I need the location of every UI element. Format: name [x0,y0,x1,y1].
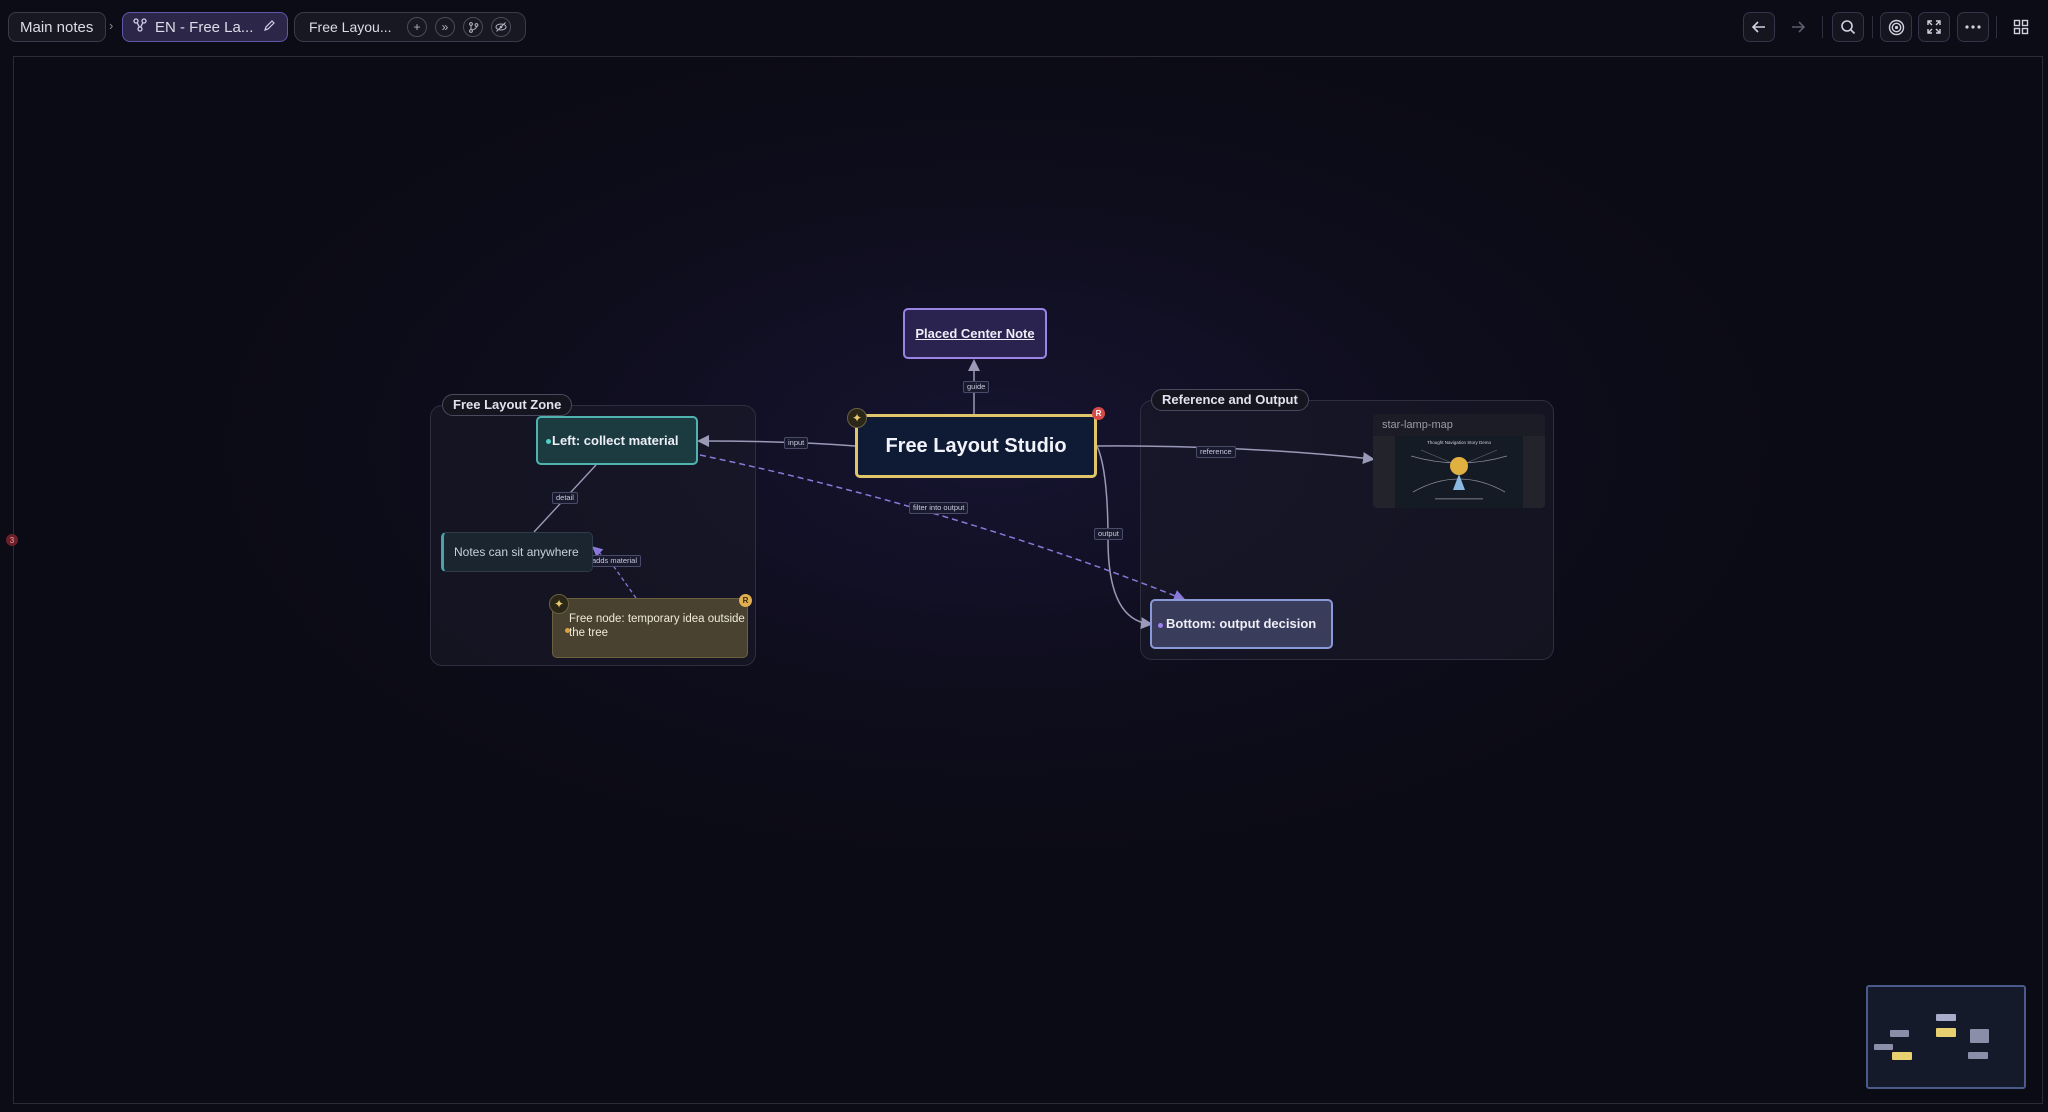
node-left-collect-material[interactable]: Left: collect material [536,416,698,465]
edge-label-input[interactable]: input [784,437,809,449]
minimap[interactable] [1866,985,2026,1089]
root-badge[interactable]: R [1092,407,1105,420]
thumb-title: Thought Navigation Story Demo [1427,440,1492,445]
connection-lines [533,359,1375,630]
node-left-label: Left: collect material [552,433,679,448]
status-dot [565,628,570,633]
image-card-thumbnail: Thought Navigation Story Demo [1373,436,1545,508]
star-lamp-illustration: Thought Navigation Story Demo [1373,436,1545,508]
status-dot [546,439,551,444]
edge-input [697,435,856,448]
minimap-node [1970,1029,1989,1043]
minimap-node [1874,1044,1893,1050]
node-notes-anywhere[interactable]: Notes can sit anywhere [441,532,593,572]
node-bottom-label: Bottom: output decision [1166,616,1317,631]
node-notes-label: Notes can sit anywhere [454,545,579,559]
free-node-badge[interactable]: R [739,594,752,607]
minimap-node [1892,1052,1912,1060]
image-card-star-lamp-map[interactable]: star-lamp-map Thought Navigation Story D… [1373,414,1545,508]
node-root-label: Free Layout Studio [885,434,1067,457]
node-free-label: Free node: temporary idea outside the tr… [569,613,745,639]
node-bottom-output-decision[interactable]: Bottom: output decision [1150,599,1333,649]
minimap-node [1968,1052,1988,1059]
sparkle-icon[interactable]: ✦ [549,594,569,614]
minimap-node [1936,1028,1956,1037]
node-placed-center-note[interactable]: Placed Center Note [903,308,1047,359]
sparkle-icon[interactable]: ✦ [847,408,867,428]
edge-label-guide[interactable]: guide [963,381,990,393]
edge-label-adds-material[interactable]: adds material [588,555,642,567]
edge-label-detail[interactable]: detail [552,492,578,504]
edge-label-reference[interactable]: reference [1196,446,1236,458]
edge-label-output[interactable]: output [1094,528,1123,540]
edge-label-filter[interactable]: filter into output [909,502,969,514]
minimap-node [1890,1030,1909,1037]
node-free-temporary-idea[interactable]: Free node: temporary idea outside the tr… [552,598,748,658]
status-dot [1158,623,1163,628]
node-root-free-layout-studio[interactable]: Free Layout Studio [855,414,1097,478]
minimap-node [1936,1014,1956,1021]
node-placed-label: Placed Center Note [915,326,1035,341]
image-card-caption: star-lamp-map [1382,419,1453,431]
